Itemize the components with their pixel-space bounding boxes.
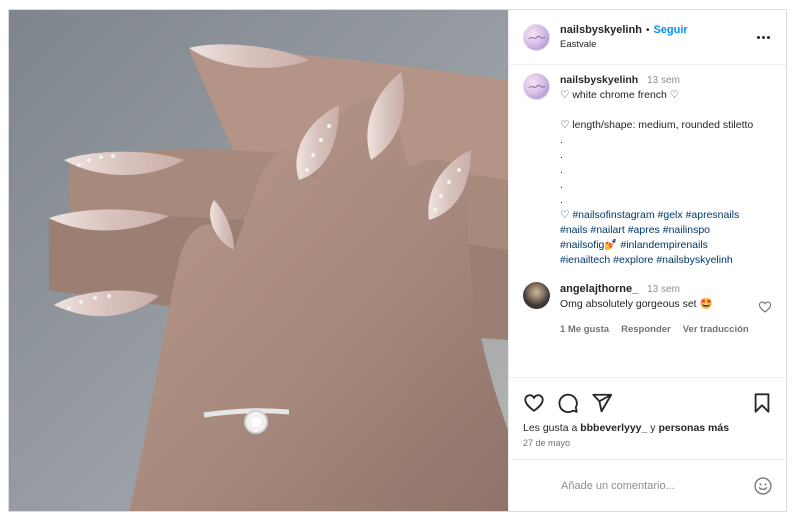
caption-row: nailsbyskyelinh 13 sem ♡ white chrome fr…: [523, 73, 772, 268]
post-dialog: nailsbyskyelinh • Seguir Eastvale nailsb…: [8, 9, 787, 512]
like-heart-icon[interactable]: [523, 392, 545, 414]
post-header: nailsbyskyelinh • Seguir Eastvale: [509, 10, 786, 65]
caption-line-1: ♡ white chrome french ♡: [560, 89, 680, 101]
likes-prefix: Les gusta a: [523, 422, 581, 434]
post-location[interactable]: Eastvale: [560, 39, 754, 50]
post-side-panel: nailsbyskyelinh • Seguir Eastvale nailsb…: [508, 10, 787, 511]
caption-body: nailsbyskyelinh 13 sem ♡ white chrome fr…: [560, 73, 772, 268]
caption-dot: .: [560, 179, 563, 191]
commenter-username[interactable]: angelajthorne_: [560, 283, 638, 295]
comment-bubble-icon[interactable]: [557, 392, 579, 414]
comment-body: angelajthorne_ 13 sem Omg absolutely gor…: [560, 282, 772, 337]
hashtag-line[interactable]: ♡ #nailsofinstagram #gelx #apresnails: [560, 208, 772, 223]
follow-button[interactable]: Seguir: [653, 24, 687, 36]
save-bookmark-icon[interactable]: [751, 392, 773, 414]
hashtag-line[interactable]: #ienailtech #explore #nailsbyskyelinh: [560, 253, 772, 268]
caption-time[interactable]: 13 sem: [647, 75, 680, 86]
add-comment-bar: [509, 459, 787, 511]
translate-button[interactable]: Ver traducción: [683, 322, 749, 337]
send-icon: [592, 393, 613, 413]
comment-head: angelajthorne_ 13 sem: [560, 282, 772, 297]
comment-icon: [558, 393, 578, 414]
separator-dot: •: [645, 24, 650, 36]
caption-avatar[interactable]: [523, 73, 550, 100]
caption-username[interactable]: nailsbyskyelinh: [560, 74, 638, 86]
caption-dot: .: [560, 149, 563, 161]
caption-line-2: ♡ length/shape: medium, rounded stiletto: [560, 119, 754, 131]
caption-dot: .: [560, 194, 563, 206]
caption-comments-area: nailsbyskyelinh 13 sem ♡ white chrome fr…: [509, 65, 786, 377]
comment-item: angelajthorne_ 13 sem Omg absolutely gor…: [523, 282, 772, 337]
caption-dot: .: [560, 164, 563, 176]
author-avatar[interactable]: [523, 23, 550, 51]
emoji-smiley-icon[interactable]: [753, 476, 773, 496]
share-paper-plane-icon[interactable]: [591, 392, 613, 414]
hashtags: ♡ #nailsofinstagram #gelx #apresnails #n…: [560, 208, 772, 268]
comment-meta: 1 Me gusta Responder Ver traducción: [560, 322, 772, 337]
liked-by-user[interactable]: bbbeverlyyy_: [580, 422, 647, 434]
more-options-icon[interactable]: [754, 28, 772, 46]
post-photo[interactable]: [9, 10, 508, 511]
hashtag-line[interactable]: #nails #nailart #apres #nailinspo: [560, 223, 772, 238]
more-dot: [766, 35, 770, 39]
reply-button[interactable]: Responder: [621, 322, 671, 337]
caption-head: nailsbyskyelinh 13 sem: [560, 73, 772, 88]
heart-icon: [524, 394, 544, 412]
likes-summary: Les gusta a bbbeverlyyy_ y personas más: [509, 418, 787, 434]
hashtag-line[interactable]: #nailsofig💅 #inlandempirenails: [560, 238, 772, 253]
action-icons: [509, 378, 787, 418]
author-logo: [528, 35, 546, 39]
author-username[interactable]: nailsbyskyelinh: [560, 24, 642, 36]
post-date[interactable]: 27 de mayo: [509, 434, 787, 448]
comment-likes[interactable]: 1 Me gusta: [560, 322, 609, 337]
caption-dot: .: [560, 134, 563, 146]
comment-text: Omg absolutely gorgeous set 🤩: [560, 298, 713, 310]
header-row: nailsbyskyelinh • Seguir: [560, 24, 754, 36]
nails-photo-illustration: [9, 10, 508, 511]
more-dot: [761, 35, 765, 39]
comment-input[interactable]: [561, 479, 753, 492]
likes-mid: y: [647, 422, 659, 434]
other-likers[interactable]: personas más: [658, 422, 729, 434]
more-dot: [756, 35, 760, 39]
comment-like-heart-icon[interactable]: [758, 300, 772, 314]
bookmark-icon: [754, 393, 770, 413]
header-text: nailsbyskyelinh • Seguir Eastvale: [560, 24, 754, 50]
commenter-avatar[interactable]: [523, 282, 550, 309]
caption-logo: [528, 84, 546, 89]
comment-time[interactable]: 13 sem: [647, 284, 680, 295]
